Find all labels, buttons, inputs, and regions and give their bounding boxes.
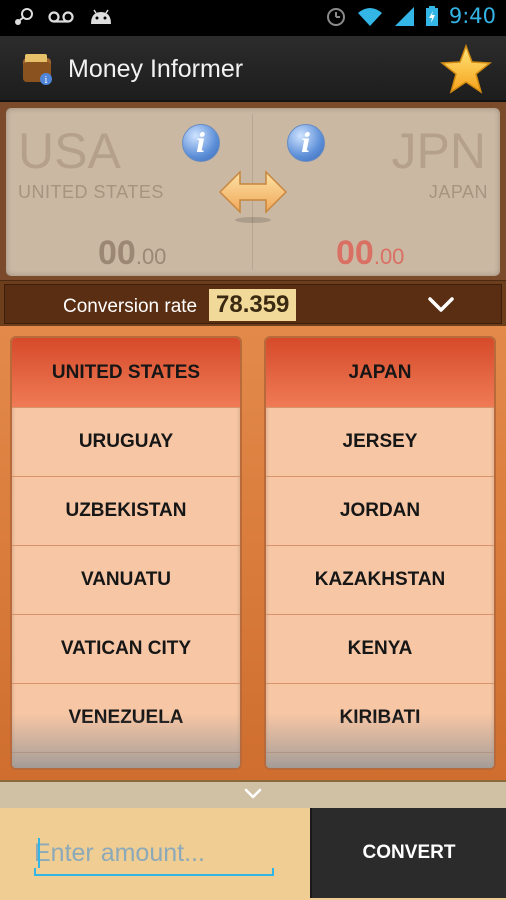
from-country-item[interactable]: UZBEKISTAN: [12, 477, 240, 546]
conversion-bar: Conversion rate 78.359: [0, 280, 506, 326]
expand-bar[interactable]: [0, 780, 506, 808]
amount-input[interactable]: [34, 834, 274, 872]
to-amount: 00.00: [336, 234, 404, 273]
chevron-down-icon[interactable]: [243, 787, 263, 801]
to-currency-code: JPN: [391, 123, 486, 179]
from-country-item[interactable]: VATICAN CITY: [12, 615, 240, 684]
signal-icon: [394, 7, 414, 26]
from-amount: 00.00: [98, 234, 166, 273]
wallet-icon[interactable]: i: [20, 51, 56, 87]
clock-time: 9:40: [448, 4, 496, 28]
to-info-icon[interactable]: i: [287, 124, 325, 162]
to-country-item[interactable]: JERSEY: [266, 408, 494, 477]
svg-text:i: i: [45, 76, 48, 86]
text-cursor: [38, 838, 40, 868]
alarm-icon: [326, 8, 345, 26]
chevron-down-icon[interactable]: [427, 293, 455, 317]
to-country-item[interactable]: KIRIBATI: [266, 684, 494, 753]
app-title: Money Informer: [68, 55, 244, 83]
to-country-item[interactable]: JAPAN: [266, 338, 494, 408]
currency-display: USA UNITED STATES 00.00 i JPN JAPAN 00.0…: [6, 108, 500, 276]
from-country-item[interactable]: VENEZUELA: [12, 684, 240, 753]
steam-icon: [15, 8, 33, 25]
conversion-bar-inner: Conversion rate 78.359: [4, 284, 502, 324]
to-currency-name: JAPAN: [428, 182, 488, 202]
to-country-picker[interactable]: JAPAN JERSEY JORDAN KAZAKHSTAN KENYA KIR…: [266, 338, 494, 768]
from-info-icon[interactable]: i: [182, 124, 220, 162]
convert-button[interactable]: CONVERT: [310, 808, 506, 898]
amount-input-row: CONVERT: [0, 808, 506, 900]
battery-charging-icon: [425, 6, 438, 26]
star-icon[interactable]: [440, 44, 492, 94]
android-icon: [91, 9, 111, 24]
swap-arrows-icon[interactable]: [218, 168, 288, 224]
from-currency-name: UNITED STATES: [18, 182, 164, 202]
from-amount-fraction: .00: [135, 244, 167, 269]
from-country-item[interactable]: VANUATU: [12, 546, 240, 615]
conversion-rate-value: 78.359: [209, 289, 297, 321]
to-amount-fraction: .00: [373, 244, 405, 269]
to-country-item[interactable]: KENYA: [266, 615, 494, 684]
currency-panel: USA UNITED STATES 00.00 i JPN JAPAN 00.0…: [0, 102, 506, 280]
country-pickers: UNITED STATES URUGUAY UZBEKISTAN VANUATU…: [0, 326, 506, 780]
from-currency-code: USA: [18, 123, 121, 179]
to-amount-whole: 00: [336, 234, 374, 272]
from-country-picker[interactable]: UNITED STATES URUGUAY UZBEKISTAN VANUATU…: [12, 338, 240, 768]
input-underline: [34, 868, 274, 876]
wifi-icon: [357, 8, 382, 26]
app-bar: i Money Informer: [0, 36, 506, 102]
voicemail-icon: [48, 11, 74, 23]
status-bar: 9:40: [0, 0, 506, 36]
conversion-rate-label: Conversion rate: [63, 296, 198, 317]
from-country-item[interactable]: URUGUAY: [12, 408, 240, 477]
to-country-item[interactable]: JORDAN: [266, 477, 494, 546]
from-amount-whole: 00: [98, 234, 136, 272]
from-country-item[interactable]: UNITED STATES: [12, 338, 240, 408]
to-country-item[interactable]: KAZAKHSTAN: [266, 546, 494, 615]
